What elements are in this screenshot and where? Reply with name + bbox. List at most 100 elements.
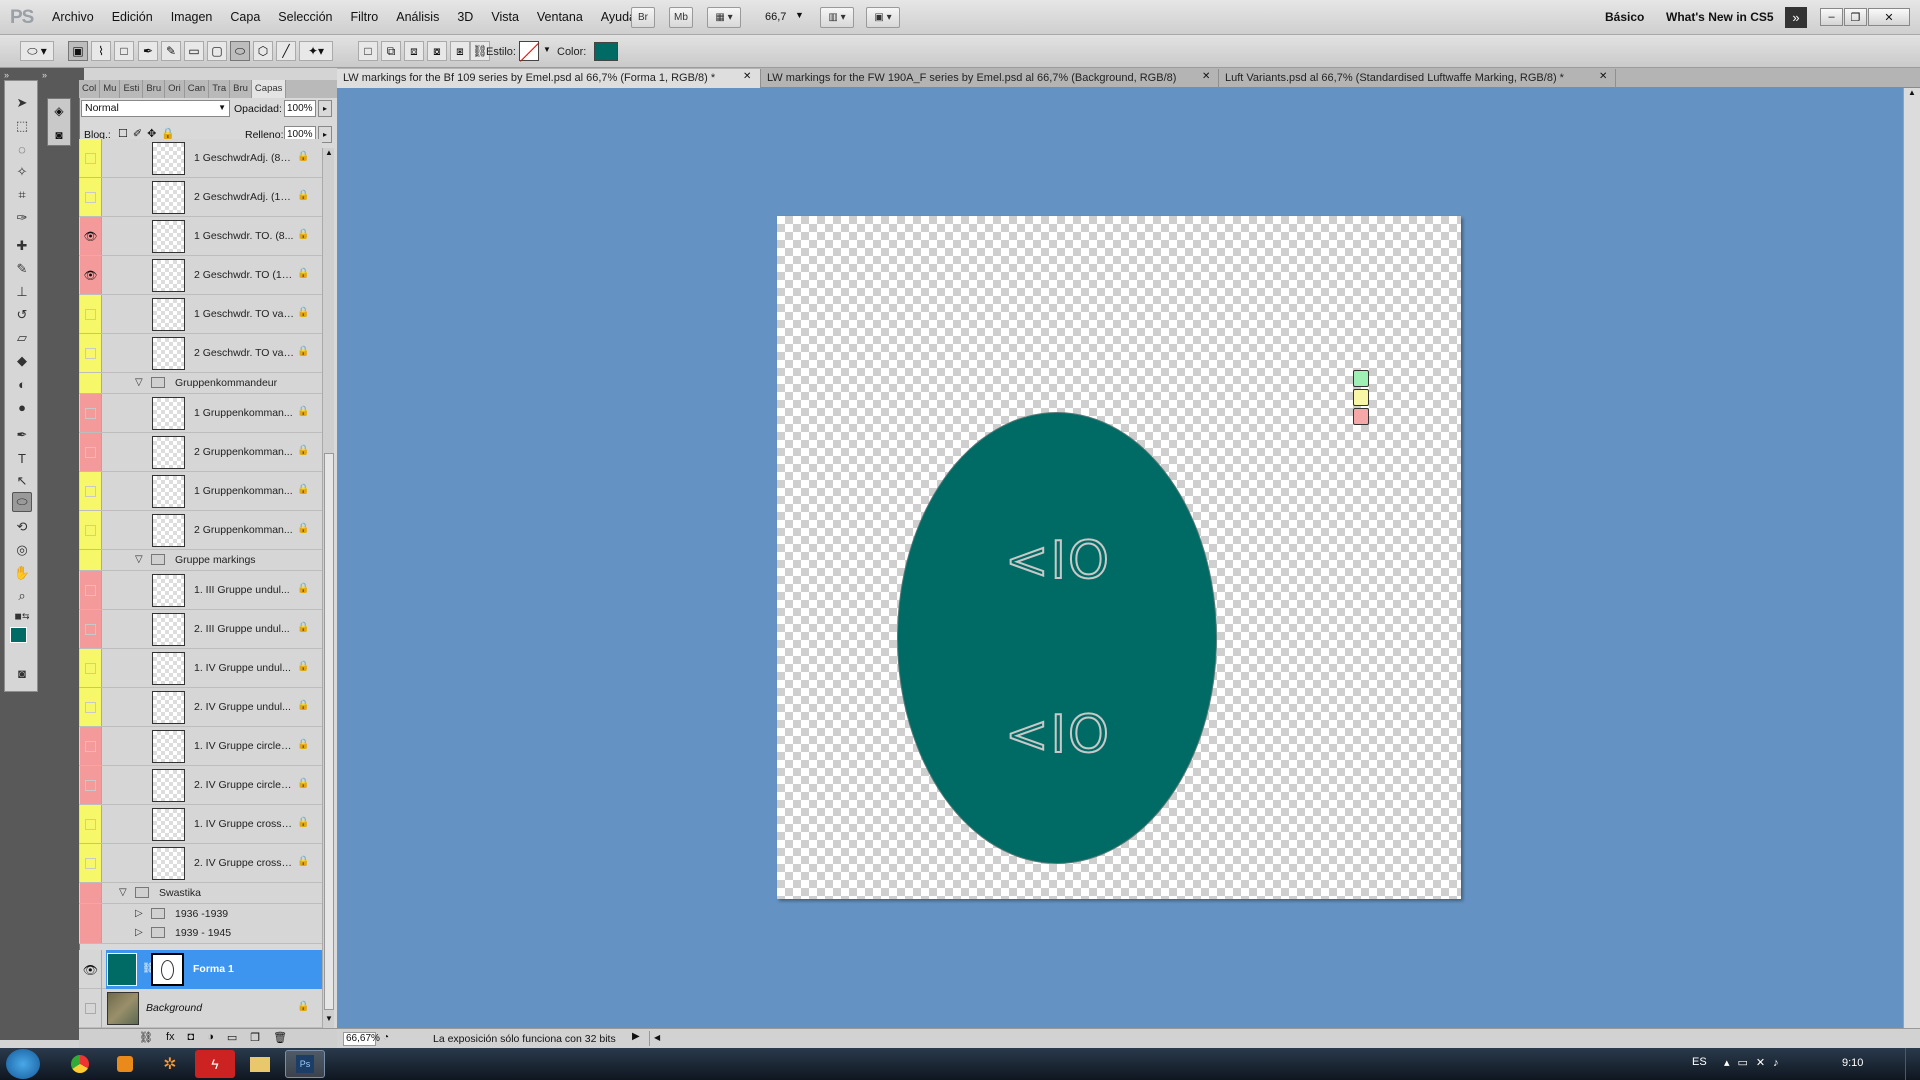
fill-pixels-button[interactable]: □ — [114, 41, 134, 61]
layer-row[interactable]: 2. IV Gruppe undul... 🔒 — [79, 688, 322, 727]
type-tool-icon[interactable]: T — [12, 448, 32, 468]
restore-button[interactable]: ❐ — [1844, 8, 1867, 26]
ellipse-shape[interactable]: <IO <IO — [897, 412, 1217, 864]
eye-icon[interactable]: 👁 — [80, 950, 102, 989]
scroll-down-icon[interactable]: ▼ — [323, 1014, 335, 1026]
visibility-toggle[interactable] — [80, 472, 102, 510]
collapse-tools-icon[interactable]: » — [4, 70, 9, 80]
style-picker[interactable] — [519, 41, 540, 62]
clone-stamp-tool-icon[interactable]: ⊥ — [12, 282, 32, 302]
workspace-whats-new[interactable]: What's New in CS5 — [1666, 10, 1774, 24]
menu-imagen[interactable]: Imagen — [162, 10, 222, 24]
expand-arrow-icon[interactable]: ▽ — [119, 887, 127, 898]
eyedropper-tool-icon[interactable]: ✑ — [12, 208, 32, 228]
layer-row[interactable]: 2 GeschwdrAdj. (15... 🔒 — [79, 178, 322, 217]
app-taskbar-button[interactable]: ✲ — [150, 1050, 190, 1078]
doc-tab-bf109[interactable]: LW markings for the Bf 109 series by Eme… — [337, 69, 761, 88]
shape-color-swatch[interactable] — [594, 42, 618, 61]
layer-row[interactable]: 2 Gruppenkomman... 🔒 — [79, 511, 322, 550]
camera-icon[interactable]: ◙ — [48, 123, 70, 147]
add-mask-icon[interactable]: ◘ — [188, 1031, 195, 1048]
expand-arrow-icon[interactable]: ▽ — [135, 377, 143, 388]
visibility-toggle[interactable] — [80, 904, 102, 924]
paths-button[interactable]: ⌇ — [91, 41, 111, 61]
mini-bridge-button[interactable]: Mb — [669, 7, 693, 28]
exclude-shape-button[interactable]: ⧇ — [427, 41, 447, 61]
delete-layer-icon[interactable]: 🗑 — [273, 1031, 287, 1048]
menu-3d[interactable]: 3D — [448, 10, 482, 24]
layer-row[interactable]: 1. III Gruppe undul... 🔒 — [79, 571, 322, 610]
zoom-input[interactable]: 66,67% — [343, 1032, 380, 1046]
menu-vista[interactable]: Vista — [482, 10, 528, 24]
eraser-tool-icon[interactable]: ▱ — [12, 328, 32, 348]
flash-taskbar-button[interactable]: ϟ — [195, 1050, 235, 1078]
doc-tab-luft-variants[interactable]: Luft Variants.psd al 66,7% (Standardised… — [1219, 69, 1616, 88]
visibility-toggle[interactable] — [80, 923, 102, 943]
line-button[interactable]: ╱ — [276, 41, 296, 61]
scroll-thumb[interactable] — [324, 453, 334, 1010]
doc-tab-fw190[interactable]: LW markings for the FW 190A_F series by … — [761, 69, 1219, 88]
layer-group-row[interactable]: ▷ 1936 -1939 — [79, 904, 322, 925]
layer-row[interactable]: 1 Geschwdr. TO var... 🔒 — [79, 295, 322, 334]
style-dropdown-icon[interactable]: ▼ — [543, 45, 551, 54]
explorer-taskbar-button[interactable] — [240, 1050, 280, 1078]
visibility-toggle[interactable] — [80, 649, 102, 687]
layer-row[interactable]: 2. IV Gruppe cross (... 🔒 — [79, 844, 322, 883]
tab-color[interactable]: Col — [79, 80, 101, 98]
close-icon[interactable]: ✕ — [1202, 71, 1210, 82]
visibility-toggle[interactable] — [80, 139, 102, 177]
clock[interactable]: 9:10 — [1842, 1057, 1863, 1069]
crop-tool-icon[interactable]: ⌗ — [12, 185, 32, 205]
tab-canales[interactable]: Can — [185, 80, 210, 98]
workspace-basic[interactable]: Básico — [1605, 10, 1644, 24]
tab-brush-2[interactable]: Bru — [230, 80, 252, 98]
layer-group-row[interactable]: ▽ Swastika — [79, 883, 322, 904]
lasso-tool-icon[interactable]: ◌ — [12, 139, 32, 159]
layer-group-row[interactable]: ▷ 1939 - 1945 — [79, 923, 322, 944]
expand-arrow-icon[interactable]: ▽ — [135, 554, 143, 565]
visibility-toggle[interactable] — [80, 373, 102, 393]
paint-bucket-tool-icon[interactable]: ◆ — [12, 351, 32, 371]
layer-row-background[interactable]: Background 🔒 — [79, 989, 322, 1028]
document-canvas[interactable]: <IO <IO — [777, 216, 1461, 899]
new-group-icon[interactable]: ▭ — [227, 1031, 237, 1048]
layer-row[interactable]: 2. IV Gruppe circle (... 🔒 — [79, 766, 322, 805]
marquee-tool-icon[interactable]: ⬚ — [12, 116, 32, 136]
layer-row[interactable]: 1. IV Gruppe circle (... 🔒 — [79, 727, 322, 766]
visibility-toggle[interactable] — [80, 610, 102, 648]
brush-tool-icon[interactable]: ✎ — [12, 259, 32, 279]
visibility-toggle[interactable] — [80, 295, 102, 333]
language-indicator[interactable]: ES — [1692, 1056, 1707, 1068]
visibility-toggle[interactable] — [80, 334, 102, 372]
healing-brush-tool-icon[interactable]: ✚ — [12, 236, 32, 256]
quick-mask-icon[interactable]: ◙ — [12, 663, 32, 683]
visibility-toggle[interactable] — [80, 805, 102, 843]
collapsed-arrow-icon[interactable]: ▷ — [135, 908, 143, 919]
close-icon[interactable]: ✕ — [1599, 71, 1607, 82]
pen-tool-button[interactable]: ✒ — [138, 41, 158, 61]
layer-group-row[interactable]: ▽ Gruppenkommandeur — [79, 373, 322, 394]
blur-tool-icon[interactable]: ◐ — [12, 374, 32, 394]
visibility-toggle[interactable] — [80, 433, 102, 471]
hand-tool-icon[interactable]: ✋ — [12, 563, 32, 583]
3d-orbit-tool-icon[interactable]: ◎ — [12, 540, 32, 560]
tab-origen[interactable]: Ori — [165, 80, 185, 98]
menu-ventana[interactable]: Ventana — [528, 10, 592, 24]
canvas-vertical-scrollbar[interactable]: ▲ — [1903, 88, 1920, 1028]
visibility-toggle[interactable] — [80, 883, 102, 903]
rectangle-button[interactable]: ▭ — [184, 41, 204, 61]
freeform-pen-button[interactable]: ✎ — [161, 41, 181, 61]
menu-archivo[interactable]: Archivo — [43, 10, 103, 24]
visibility-toggle[interactable]: 👁 — [80, 217, 102, 255]
dodge-tool-icon[interactable]: ● — [12, 397, 32, 417]
zoom-dropdown-icon[interactable]: ▼ — [795, 10, 804, 20]
layer-row[interactable]: 1 Gruppenkomman... 🔒 — [79, 394, 322, 433]
visibility-toggle[interactable] — [80, 844, 102, 882]
chrome-taskbar-button[interactable] — [60, 1050, 100, 1078]
rounded-rectangle-button[interactable]: ▢ — [207, 41, 227, 61]
layers-scrollbar[interactable]: ▲ ▼ — [322, 148, 334, 1028]
bridge-button[interactable]: Br — [631, 7, 655, 28]
tool-preset-picker[interactable]: ⬭ ▾ — [20, 41, 54, 61]
layer-row[interactable]: 1. IV Gruppe cross (... 🔒 — [79, 805, 322, 844]
link-layers-icon[interactable]: ⛓ — [139, 1031, 153, 1048]
